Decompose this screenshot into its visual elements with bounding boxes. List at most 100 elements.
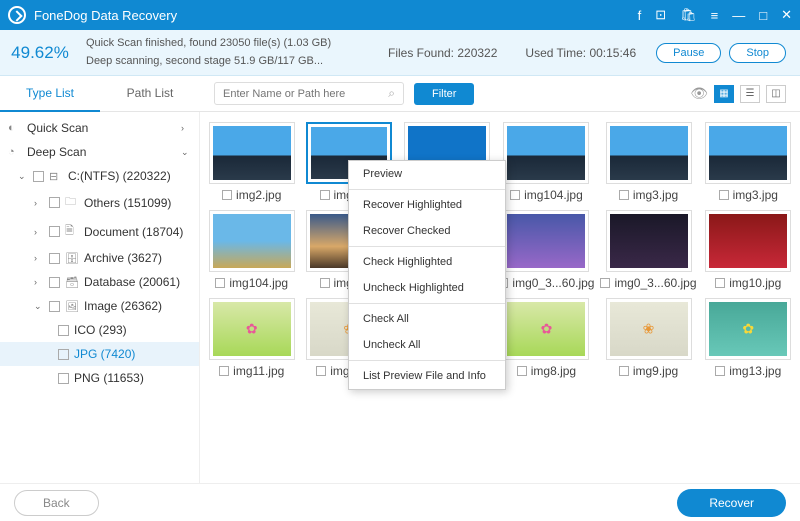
checkbox[interactable] — [58, 373, 69, 384]
thumbnail[interactable]: img10.jpg — [703, 210, 794, 290]
thumb-image[interactable] — [503, 122, 589, 184]
thumb-filename: img11.jpg — [233, 364, 284, 378]
context-menu-item[interactable]: Check Highlighted — [349, 249, 505, 275]
context-menu-item[interactable]: Uncheck All — [349, 332, 505, 358]
chevron-right-icon: › — [34, 253, 44, 263]
checkbox[interactable] — [619, 366, 629, 376]
chevron-right-icon: › — [181, 123, 191, 133]
thumb-filename: img104.jpg — [229, 276, 288, 290]
thumbnail[interactable]: img3.jpg — [703, 122, 794, 202]
drive-icon: ⊟ — [49, 170, 63, 183]
facebook-icon[interactable]: f — [638, 8, 642, 23]
view-grid-icon[interactable]: ▦ — [714, 85, 734, 103]
checkbox[interactable] — [517, 366, 527, 376]
context-menu-item[interactable]: Check All — [349, 306, 505, 332]
thumb-image[interactable] — [705, 210, 791, 272]
tab-path-list[interactable]: Path List — [100, 76, 200, 112]
context-menu-item[interactable]: Recover Checked — [349, 218, 505, 244]
search-input[interactable] — [223, 88, 388, 100]
tree-deep-scan[interactable]: ◔Deep Scan⌄ — [0, 140, 199, 164]
checkbox[interactable] — [600, 278, 610, 288]
feedback-icon[interactable]: ⊡ — [655, 7, 666, 23]
store-icon[interactable]: 🛍 — [680, 7, 697, 23]
thumb-image[interactable] — [503, 298, 589, 360]
preview-toggle-icon[interactable]: 👁 — [690, 85, 708, 102]
context-menu-item[interactable]: Uncheck Highlighted — [349, 275, 505, 301]
checkbox[interactable] — [619, 190, 629, 200]
thumbnail[interactable]: img9.jpg — [600, 298, 696, 378]
tree-ico[interactable]: ICO (293) — [0, 318, 199, 342]
thumb-image[interactable] — [705, 298, 791, 360]
checkbox[interactable] — [58, 325, 69, 336]
thumb-image[interactable] — [209, 122, 295, 184]
tree-document[interactable]: ›🗎Document (18704) — [0, 217, 199, 246]
context-menu-item[interactable]: Preview — [349, 161, 505, 187]
thumb-image[interactable] — [606, 122, 692, 184]
thumbnail[interactable]: img11.jpg — [206, 298, 297, 378]
checkbox[interactable] — [49, 226, 60, 237]
tree-others[interactable]: ›🗀Others (151099) — [0, 188, 199, 217]
thumbnail[interactable]: img0_3...60.jpg — [600, 210, 696, 290]
scan-header: 49.62% Quick Scan finished, found 23050 … — [0, 30, 800, 76]
view-list-icon[interactable]: ☰ — [740, 85, 760, 103]
context-menu-item[interactable]: Recover Highlighted — [349, 192, 505, 218]
checkbox[interactable] — [222, 190, 232, 200]
checkbox[interactable] — [58, 349, 69, 360]
checkbox[interactable] — [715, 278, 725, 288]
recover-button[interactable]: Recover — [677, 489, 786, 517]
tree-database[interactable]: ›🗃Database (20061) — [0, 270, 199, 294]
thumb-image[interactable] — [209, 298, 295, 360]
thumbnail[interactable]: img13.jpg — [703, 298, 794, 378]
stop-button[interactable]: Stop — [729, 43, 786, 63]
checkbox[interactable] — [510, 190, 520, 200]
thumbnail[interactable]: img104.jpg — [498, 122, 594, 202]
separator — [349, 189, 505, 190]
thumb-image[interactable] — [606, 210, 692, 272]
thumbnail[interactable]: img0_3...60.jpg — [498, 210, 594, 290]
thumb-image[interactable] — [705, 122, 791, 184]
checkbox[interactable] — [219, 366, 229, 376]
context-menu: Preview Recover HighlightedRecover Checke… — [348, 160, 506, 390]
thumbnail[interactable]: img2.jpg — [206, 122, 297, 202]
tree-image[interactable]: ⌄🖼Image (26362) — [0, 294, 199, 318]
checkbox[interactable] — [316, 366, 326, 376]
search-icon[interactable]: ⌕ — [388, 86, 395, 101]
checkbox[interactable] — [719, 190, 729, 200]
checkbox[interactable] — [49, 277, 60, 288]
tree-quick-scan[interactable]: ◐Quick Scan› — [0, 116, 199, 140]
tab-type-list[interactable]: Type List — [0, 76, 100, 112]
thumb-image[interactable] — [503, 210, 589, 272]
thumb-filename: img8.jpg — [531, 364, 576, 378]
thumbnail-area: img2.jpgimg1.jpgimg104.jpgimg3.jpgimg3.j… — [200, 112, 800, 483]
thumbnail[interactable]: img3.jpg — [600, 122, 696, 202]
thumbnail[interactable]: img104.jpg — [206, 210, 297, 290]
thumb-image[interactable] — [209, 210, 295, 272]
checkbox[interactable] — [215, 278, 225, 288]
checkbox[interactable] — [320, 278, 330, 288]
search-box[interactable]: ⌕ — [214, 82, 404, 105]
checkbox[interactable] — [49, 253, 60, 264]
tree-jpg[interactable]: JPG (7420) — [0, 342, 199, 366]
pause-button[interactable]: Pause — [656, 43, 721, 63]
tree-drive[interactable]: ⌄⊟C:(NTFS) (220322) — [0, 164, 199, 188]
view-detail-icon[interactable]: ◫ — [766, 85, 786, 103]
minimize-icon[interactable]: — — [732, 8, 745, 23]
back-button[interactable]: Back — [14, 490, 99, 516]
used-time-label: Used Time: — [525, 46, 586, 60]
checkbox[interactable] — [33, 171, 44, 182]
checkbox[interactable] — [49, 301, 60, 312]
tree-png[interactable]: PNG (11653) — [0, 366, 199, 390]
checkbox[interactable] — [320, 190, 330, 200]
document-icon: 🗎 — [65, 222, 79, 241]
maximize-icon[interactable]: □ — [759, 8, 767, 23]
filter-button[interactable]: Filter — [414, 83, 474, 105]
sidebar: ◐Quick Scan› ◔Deep Scan⌄ ⌄⊟C:(NTFS) (220… — [0, 112, 200, 483]
tree-archive[interactable]: ›🗄Archive (3627) — [0, 246, 199, 270]
thumbnail[interactable]: img8.jpg — [498, 298, 594, 378]
close-icon[interactable]: ✕ — [781, 7, 792, 23]
checkbox[interactable] — [715, 366, 725, 376]
context-menu-item[interactable]: List Preview File and Info — [349, 363, 505, 389]
checkbox[interactable] — [49, 197, 60, 208]
menu-icon[interactable]: ≡ — [711, 8, 719, 23]
thumb-image[interactable] — [606, 298, 692, 360]
